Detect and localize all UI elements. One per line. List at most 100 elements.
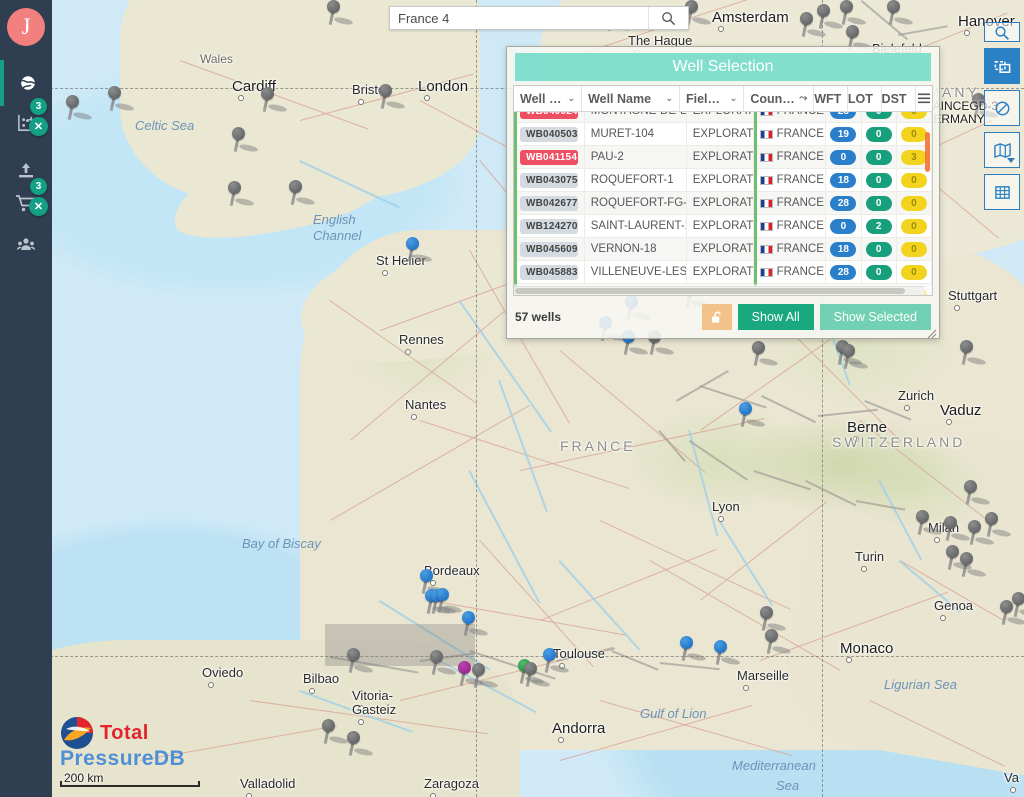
uwi-chip[interactable]: WB043075 bbox=[520, 172, 578, 188]
map-well-pin[interactable] bbox=[228, 181, 255, 207]
map-well-pin[interactable] bbox=[1012, 592, 1024, 618]
chevron-down-icon[interactable]: ⌄ bbox=[665, 93, 673, 104]
cell-field-name[interactable]: EXPLORATI... bbox=[687, 122, 754, 146]
map-well-pin[interactable] bbox=[752, 341, 779, 367]
cell-field-name[interactable]: EXPLORATI... bbox=[687, 145, 754, 169]
basket-clear-badge[interactable]: ✕ bbox=[29, 197, 48, 216]
rectangle-select-button[interactable] bbox=[984, 48, 1020, 84]
map-well-pin[interactable] bbox=[543, 648, 570, 674]
cell-wft[interactable]: 18 bbox=[826, 168, 862, 192]
table-row[interactable]: WB045609 VERNON-18EXPLORATI... FRANCE 18 00 bbox=[514, 237, 932, 261]
grid-body[interactable]: WB040024MONTAGNE-DE-LU...EXPLORATI...FRA… bbox=[514, 112, 932, 295]
search-input[interactable] bbox=[390, 7, 648, 29]
map-well-pin[interactable] bbox=[842, 344, 869, 370]
chevron-down-icon[interactable]: ⌄ bbox=[568, 93, 576, 104]
sidebar-item-plots[interactable]: 3 ✕ bbox=[0, 98, 52, 146]
cell-well-name[interactable]: ROQUEFORT-FG-4 bbox=[585, 191, 687, 215]
cell-country[interactable]: FRANCE bbox=[753, 145, 827, 169]
chevron-down-icon[interactable]: ⌄ bbox=[730, 93, 738, 104]
map-well-pin[interactable] bbox=[347, 731, 374, 757]
cell-wft[interactable]: 28 bbox=[826, 260, 862, 284]
cell-country[interactable]: FRANCE bbox=[753, 260, 827, 284]
cell-well-name[interactable]: MONTAGNE-DE-LU... bbox=[585, 112, 687, 123]
show-all-button[interactable]: Show All bbox=[737, 304, 814, 330]
cell-well-name[interactable]: PAU-2 bbox=[585, 145, 687, 169]
search-button[interactable] bbox=[648, 7, 688, 29]
table-row[interactable]: WB040503 MURET-104EXPLORATI... FRANCE 19 00 bbox=[514, 122, 932, 146]
cell-country[interactable]: FRANCE bbox=[753, 112, 827, 123]
map-well-pin[interactable] bbox=[289, 180, 316, 206]
cell-well-name[interactable]: MURET-104 bbox=[585, 122, 687, 146]
map-well-pin[interactable] bbox=[430, 650, 457, 676]
map-well-pin[interactable] bbox=[261, 87, 288, 113]
map-well-pin[interactable] bbox=[322, 719, 349, 745]
cell-field-name[interactable]: EXPLORATI... bbox=[687, 168, 754, 192]
table-row[interactable]: WB124270 SAINT-LAURENT-101EXPLORATI... FRA… bbox=[514, 214, 932, 238]
cell-uwi[interactable]: WB040024 bbox=[514, 112, 585, 123]
map-well-pin[interactable] bbox=[347, 648, 374, 674]
map-well-pin[interactable] bbox=[964, 480, 991, 506]
avatar[interactable]: J bbox=[7, 8, 45, 46]
cell-country[interactable]: FRANCE bbox=[753, 237, 827, 261]
cell-lot[interactable]: 0 bbox=[862, 145, 897, 169]
table-row[interactable]: WB043075 ROQUEFORT-1EXPLORATI... FRANCE 18 0… bbox=[514, 168, 932, 192]
cell-uwi[interactable]: WB040503 bbox=[514, 122, 585, 146]
map-well-pin[interactable] bbox=[916, 510, 943, 536]
cell-well-name[interactable]: SAINT-LAURENT-101 bbox=[585, 214, 687, 238]
cell-wft[interactable]: 0 bbox=[826, 145, 862, 169]
show-selected-button[interactable]: Show Selected bbox=[819, 304, 931, 330]
cell-well-name[interactable]: VERNON-18 bbox=[585, 237, 687, 261]
panel-title[interactable]: Well Selection bbox=[515, 53, 931, 81]
map-well-pin[interactable] bbox=[985, 512, 1012, 538]
table-row[interactable]: WB040024 MONTAGNE-DE-LU...EXPLORATI... FRA… bbox=[514, 112, 932, 123]
map-well-pin[interactable] bbox=[108, 86, 135, 112]
map-well-pin[interactable] bbox=[379, 84, 406, 110]
column-header-uwi[interactable]: Well UWI⌄ bbox=[514, 86, 583, 111]
table-row[interactable]: WB045883 VILLENEUVE-LES-B...EXPLORATI... F… bbox=[514, 260, 932, 284]
grid-menu-button[interactable] bbox=[915, 86, 932, 111]
cell-uwi[interactable]: WB043075 bbox=[514, 168, 585, 192]
map-well-pin[interactable] bbox=[887, 0, 914, 26]
horizontal-scrollbar[interactable] bbox=[514, 286, 924, 295]
panel-resize-handle[interactable] bbox=[927, 326, 937, 339]
zoom-search-button[interactable] bbox=[984, 22, 1020, 42]
column-header-wft[interactable]: WFT bbox=[814, 86, 848, 111]
cell-wft[interactable]: 28 bbox=[826, 112, 862, 123]
map-well-pin[interactable] bbox=[680, 636, 707, 662]
map-well-pin[interactable] bbox=[960, 552, 987, 578]
horizontal-scrollbar-thumb[interactable] bbox=[515, 288, 905, 294]
cell-lot[interactable]: 0 bbox=[862, 168, 897, 192]
clear-selection-button[interactable] bbox=[984, 90, 1020, 126]
vertical-scrollbar-thumb[interactable] bbox=[925, 132, 930, 172]
cell-country[interactable]: FRANCE bbox=[753, 168, 827, 192]
cell-wft[interactable]: 0 bbox=[826, 214, 862, 238]
table-row[interactable]: WB042677 ROQUEFORT-FG-4EXPLORATI... FRANCE… bbox=[514, 191, 932, 215]
map-well-pin[interactable] bbox=[960, 340, 987, 366]
map-well-pin[interactable] bbox=[739, 402, 766, 428]
sidebar-item-users[interactable] bbox=[0, 222, 52, 268]
map-well-pin[interactable] bbox=[760, 606, 787, 632]
cell-field-name[interactable]: EXPLORATI... bbox=[687, 237, 754, 261]
map-well-pin[interactable] bbox=[472, 663, 499, 689]
map-well-pin[interactable] bbox=[817, 4, 844, 30]
map-well-pin[interactable] bbox=[714, 640, 741, 666]
cell-field-name[interactable]: EXPLORATI... bbox=[687, 260, 754, 284]
cell-country[interactable]: FRANCE bbox=[753, 214, 827, 238]
cell-wft[interactable]: 18 bbox=[826, 237, 862, 261]
uwi-chip[interactable]: WB124270 bbox=[520, 218, 578, 234]
table-row[interactable]: WB041154PAU-2EXPLORATI...FRANCE003 bbox=[514, 145, 932, 169]
cell-field-name[interactable]: EXPLORATI... bbox=[687, 214, 754, 238]
map-well-pin[interactable] bbox=[968, 520, 995, 546]
map-well-pin[interactable] bbox=[420, 569, 447, 595]
map-well-pin[interactable] bbox=[406, 237, 433, 263]
plots-badge-count[interactable]: 3 bbox=[30, 98, 47, 115]
basket-badge-count[interactable]: 3 bbox=[30, 178, 47, 195]
map-well-pin[interactable] bbox=[462, 611, 489, 637]
map-well-pin[interactable] bbox=[846, 25, 873, 51]
column-header-name[interactable]: Well Name ⌄ bbox=[582, 86, 680, 111]
sidebar-item-basket[interactable]: 3 ✕ bbox=[0, 178, 52, 226]
cell-uwi[interactable]: WB045609 bbox=[514, 237, 585, 261]
map-well-pin[interactable] bbox=[458, 661, 485, 687]
map-well-pin[interactable] bbox=[840, 0, 867, 26]
uwi-chip[interactable]: WB040024 bbox=[520, 112, 578, 119]
